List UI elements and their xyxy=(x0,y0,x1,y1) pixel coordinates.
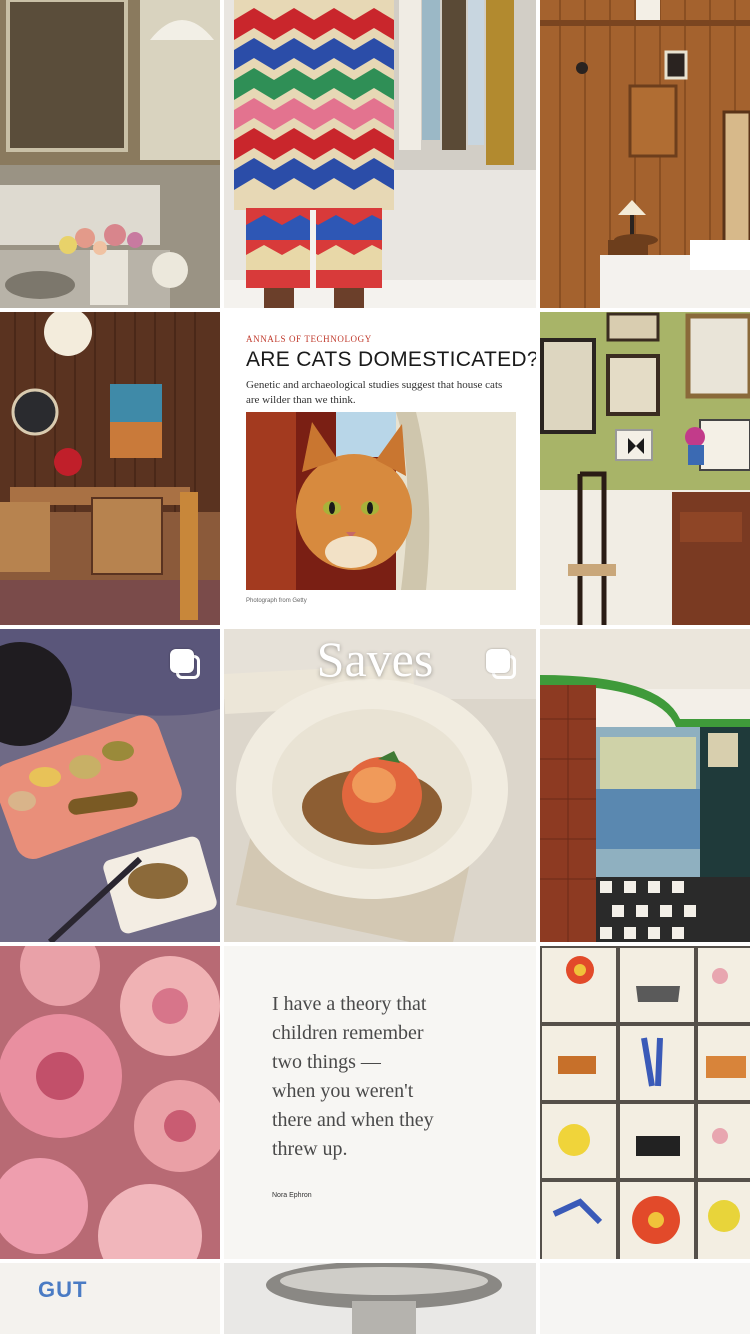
cat-photo xyxy=(246,412,516,590)
post-blank[interactable] xyxy=(540,1263,750,1334)
post-kitchen-sink[interactable] xyxy=(0,0,220,308)
post-painted-tiles[interactable] xyxy=(540,946,750,1259)
photo-credit: Photograph from Getty xyxy=(246,598,307,604)
post-tiled-interior[interactable] xyxy=(540,629,750,942)
post-wood-bedroom[interactable] xyxy=(540,0,750,308)
tiled-interior-image xyxy=(540,629,750,942)
saves-grid: ANNALS OF TECHNOLOGY ARE CATS DOMESTICAT… xyxy=(0,0,750,1334)
gut-logo-text: GUT xyxy=(38,1277,88,1302)
multiple-posts-icon xyxy=(486,649,518,681)
post-tableware[interactable] xyxy=(0,629,220,942)
post-dining-room[interactable] xyxy=(0,312,220,625)
article-dek: Genetic and archaeological studies sugge… xyxy=(246,379,503,406)
green-wall-image xyxy=(540,312,750,625)
multiple-posts-icon xyxy=(170,649,202,681)
dining-room-image xyxy=(0,312,220,625)
post-quote[interactable]: I have a theory that children remember t… xyxy=(224,946,536,1259)
carousel-illustration-image xyxy=(224,1263,536,1334)
article-kicker: ANNALS OF TECHNOLOGY xyxy=(246,334,372,344)
wood-bedroom-image xyxy=(540,0,750,308)
post-carousel-illustration[interactable] xyxy=(224,1263,536,1334)
quote-text: I have a theory that children remember t… xyxy=(272,993,434,1160)
kitchen-sink-image xyxy=(0,0,220,308)
post-zigzag-outfit[interactable] xyxy=(224,0,536,308)
post-peach-bowl[interactable] xyxy=(224,629,536,942)
post-cats-article[interactable]: ANNALS OF TECHNOLOGY ARE CATS DOMESTICAT… xyxy=(224,312,536,625)
article-headline: ARE CATS DOMESTICATED? xyxy=(246,348,536,371)
quote-author: Nora Ephron xyxy=(272,1192,312,1199)
painted-tiles-image xyxy=(540,946,750,1259)
zigzag-outfit-image xyxy=(224,0,536,308)
post-dahlias[interactable] xyxy=(0,946,220,1259)
dahlias-image xyxy=(0,946,220,1259)
post-gut-logo[interactable]: GUT xyxy=(0,1263,220,1334)
post-green-wall-gallery[interactable] xyxy=(540,312,750,625)
